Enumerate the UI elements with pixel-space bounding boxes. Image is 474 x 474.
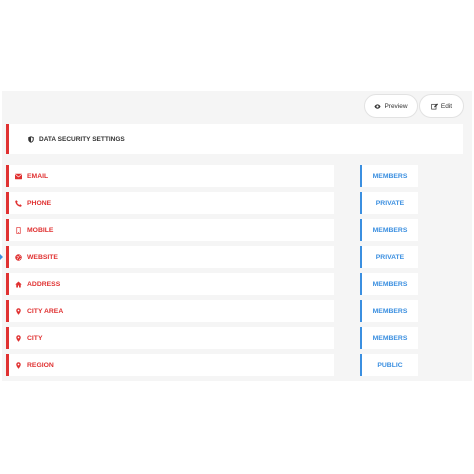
section-header: DATA SECURITY SETTINGS xyxy=(6,124,463,154)
mobile-icon xyxy=(16,226,21,234)
field-address: ADDRESS xyxy=(6,273,334,295)
field-label: EMAIL xyxy=(27,172,49,180)
map-pin-icon xyxy=(16,334,21,342)
field-label: CITY xyxy=(27,334,43,342)
field-label: REGION xyxy=(27,361,54,369)
privacy-value: MEMBERS xyxy=(372,226,408,234)
privacy-selector-city[interactable]: MEMBERS xyxy=(360,327,418,349)
edit-button[interactable]: Edit xyxy=(419,94,464,118)
field-region: REGION xyxy=(6,354,334,376)
field-row-city: CITY MEMBERS xyxy=(0,327,474,349)
map-pin-icon xyxy=(16,361,21,369)
home-icon xyxy=(15,281,22,287)
preview-button[interactable]: Preview xyxy=(364,94,418,118)
privacy-selector-city-area[interactable]: MEMBERS xyxy=(360,300,418,322)
privacy-value: PRIVATE xyxy=(375,199,405,207)
edit-icon xyxy=(431,102,438,109)
field-mobile: MOBILE xyxy=(6,219,334,241)
privacy-selector-address[interactable]: MEMBERS xyxy=(360,273,418,295)
privacy-value: MEMBERS xyxy=(372,172,408,180)
globe-icon xyxy=(15,253,22,261)
field-label: MOBILE xyxy=(27,226,54,234)
shield-icon xyxy=(28,135,34,143)
field-city: CITY xyxy=(6,327,334,349)
privacy-value: PUBLIC xyxy=(377,361,403,369)
preview-button-label: Preview xyxy=(384,102,408,110)
eye-icon xyxy=(374,103,381,109)
field-row-phone: PHONE PRIVATE xyxy=(0,192,474,214)
section-title: DATA SECURITY SETTINGS xyxy=(39,135,125,143)
privacy-value: MEMBERS xyxy=(372,280,408,288)
privacy-selector-mobile[interactable]: MEMBERS xyxy=(360,219,418,241)
field-label: CITY AREA xyxy=(27,307,64,315)
privacy-value: MEMBERS xyxy=(372,307,408,315)
privacy-value: MEMBERS xyxy=(372,334,408,342)
row-pointer-marker xyxy=(0,254,3,260)
privacy-value: PRIVATE xyxy=(375,253,405,261)
privacy-selector-website[interactable]: PRIVATE xyxy=(360,246,418,268)
field-row-city-area: CITY AREA MEMBERS xyxy=(0,300,474,322)
field-email: EMAIL xyxy=(6,165,334,187)
field-phone: PHONE xyxy=(6,192,334,214)
field-label: PHONE xyxy=(27,199,52,207)
privacy-selector-email[interactable]: MEMBERS xyxy=(360,165,418,187)
field-row-address: ADDRESS MEMBERS xyxy=(0,273,474,295)
field-label: WEBSITE xyxy=(27,253,58,261)
field-label: ADDRESS xyxy=(27,280,61,288)
map-pin-icon xyxy=(16,307,21,315)
privacy-selector-region[interactable]: PUBLIC xyxy=(360,354,418,376)
field-row-region: REGION PUBLIC xyxy=(0,354,474,376)
envelope-icon xyxy=(15,173,22,179)
privacy-selector-phone[interactable]: PRIVATE xyxy=(360,192,418,214)
field-row-email: EMAIL MEMBERS xyxy=(0,165,474,187)
edit-button-label: Edit xyxy=(440,102,453,110)
field-website: WEBSITE xyxy=(6,246,334,268)
phone-icon xyxy=(15,199,22,207)
field-city-area: CITY AREA xyxy=(6,300,334,322)
field-row-mobile: MOBILE MEMBERS xyxy=(0,219,474,241)
field-row-website: WEBSITE PRIVATE xyxy=(0,246,474,268)
